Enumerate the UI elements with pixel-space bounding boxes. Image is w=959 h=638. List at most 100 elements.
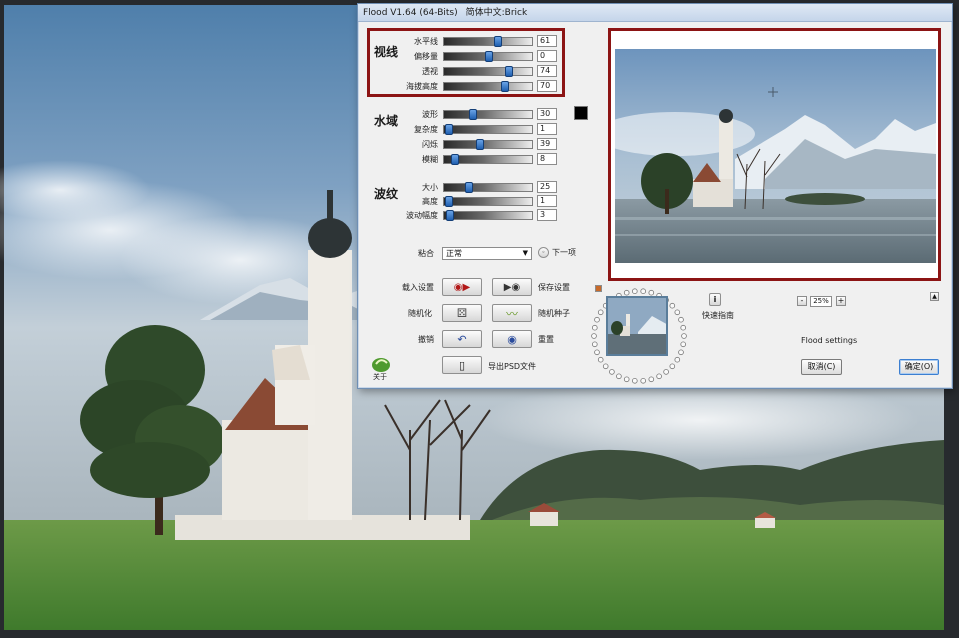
export-psd-label: 导出PSD文件 [488, 362, 537, 371]
navigator-dot[interactable] [681, 333, 687, 339]
record-icon: ▶◉ [503, 281, 521, 293]
navigator-dot[interactable] [680, 324, 686, 331]
blend-mode-select[interactable]: 正常 ▼ [442, 247, 532, 260]
horizon-param-slider[interactable] [443, 36, 533, 47]
ripple-param-value[interactable]: 1 [537, 195, 557, 207]
water-param-slider[interactable] [443, 139, 533, 150]
horizon-param-value[interactable]: 74 [537, 65, 557, 77]
water-param-value[interactable]: 30 [537, 108, 557, 120]
window-subtitle: 简体中文:Brick [465, 8, 528, 18]
navigator-dot[interactable] [592, 324, 598, 331]
horizon-param-label: 海拔高度 [406, 82, 438, 91]
zoom-out-button[interactable]: - [797, 296, 807, 306]
ripple-param-label: 大小 [422, 183, 438, 192]
navigator-dot[interactable] [616, 373, 622, 380]
blend-label: 粘合 [418, 249, 434, 258]
undo-icon: ↶ [457, 332, 467, 346]
flood-dialog: Flood V1.64 (64-Bits) 简体中文:Brick 视线 水平线 61… [357, 3, 953, 389]
ripple-param-label: 波动幅度 [406, 211, 438, 220]
slider-knob[interactable] [451, 154, 459, 165]
water-param-value[interactable]: 39 [537, 138, 557, 150]
thumbnail-navigator[interactable] [588, 287, 690, 389]
navigator-dot[interactable] [674, 309, 681, 316]
navigator-dot[interactable] [594, 316, 600, 323]
color-picker-button[interactable] [595, 285, 602, 292]
horizon-param-value[interactable]: 61 [537, 35, 557, 47]
navigator-dot[interactable] [597, 356, 604, 363]
slider-knob[interactable] [465, 182, 473, 193]
horizon-param-label: 水平线 [414, 37, 438, 46]
navigator-dot[interactable] [648, 376, 655, 383]
slider-knob[interactable] [446, 210, 454, 221]
navigator-dot[interactable] [591, 333, 597, 339]
slider-knob[interactable] [469, 109, 477, 120]
navigator-dot[interactable] [648, 289, 655, 296]
slider-knob[interactable] [445, 124, 453, 135]
slider-knob[interactable] [494, 36, 502, 47]
horizon-param-label: 透视 [422, 67, 438, 76]
water-param-value[interactable]: 8 [537, 153, 557, 165]
water-color-swatch[interactable] [574, 106, 588, 120]
ripple-param-slider[interactable] [443, 196, 533, 207]
preview-image[interactable] [615, 49, 936, 263]
navigator-dot[interactable] [669, 302, 676, 309]
navigator-dot[interactable] [631, 288, 638, 294]
ripple-param-slider[interactable] [443, 210, 533, 221]
navigator-dot[interactable] [663, 369, 669, 375]
chevron-down-icon: ▼ [522, 249, 528, 257]
zoom-in-button[interactable]: + [836, 296, 846, 306]
load-settings-button[interactable]: ◉▶ [442, 278, 482, 296]
navigator-dot[interactable] [669, 363, 676, 370]
reset-button[interactable]: ◉ [492, 330, 532, 348]
water-param-slider[interactable] [443, 154, 533, 165]
ripple-param-slider[interactable] [443, 182, 533, 193]
slider-knob[interactable] [476, 139, 484, 150]
quick-guide-button[interactable]: i [709, 293, 721, 306]
navigator-dot[interactable] [640, 378, 646, 384]
navigator-dot[interactable] [609, 369, 615, 375]
slider-knob[interactable] [485, 51, 493, 62]
navigator-dot[interactable] [592, 341, 598, 348]
randomize-button[interactable]: ⚄ [442, 304, 482, 322]
navigator-dot[interactable] [674, 356, 681, 363]
save-settings-label: 保存设置 [538, 283, 570, 292]
navigator-dot[interactable] [640, 288, 646, 294]
slider-knob[interactable] [445, 196, 453, 207]
water-param-slider[interactable] [443, 124, 533, 135]
random-seed-label: 随机种子 [538, 309, 570, 318]
next-item-button[interactable]: ◦ [538, 247, 549, 258]
fit-button[interactable]: ▲ [930, 292, 939, 301]
navigator-dot[interactable] [594, 349, 600, 356]
slider-knob[interactable] [501, 81, 509, 92]
slider-knob[interactable] [505, 66, 513, 77]
thumbnail-image [606, 296, 668, 356]
navigator-dot[interactable] [678, 316, 684, 323]
cancel-button[interactable]: 取消(C) [801, 359, 842, 375]
water-param-slider[interactable] [443, 109, 533, 120]
reset-icon: ◉ [507, 332, 517, 346]
horizon-param-value[interactable]: 0 [537, 50, 557, 62]
ripple-param-value[interactable]: 25 [537, 181, 557, 193]
export-psd-button[interactable]: ▯ [442, 356, 482, 374]
save-settings-button[interactable]: ▶◉ [492, 278, 532, 296]
navigator-dot[interactable] [623, 289, 630, 296]
horizon-param-value[interactable]: 70 [537, 80, 557, 92]
undo-button[interactable]: ↶ [442, 330, 482, 348]
water-param-value[interactable]: 1 [537, 123, 557, 135]
navigator-dot[interactable] [631, 378, 638, 384]
dialog-titlebar[interactable]: Flood V1.64 (64-Bits) 简体中文:Brick [358, 4, 952, 22]
about-button[interactable]: 关于 [370, 355, 392, 383]
random-seed-button[interactable]: 〰 [492, 304, 532, 322]
horizon-param-slider[interactable] [443, 66, 533, 77]
navigator-dot[interactable] [623, 376, 630, 383]
ok-button[interactable]: 确定(O) [899, 359, 939, 375]
navigator-dot[interactable] [680, 341, 686, 348]
navigator-dot[interactable] [656, 373, 662, 380]
ripple-param-value[interactable]: 3 [537, 209, 557, 221]
navigator-dot[interactable] [678, 349, 684, 356]
navigator-dot[interactable] [602, 363, 609, 370]
horizon-param-slider[interactable] [443, 51, 533, 62]
horizon-param-slider[interactable] [443, 81, 533, 92]
navigator-dot[interactable] [597, 309, 604, 316]
dice-icon: ⚄ [456, 306, 468, 320]
